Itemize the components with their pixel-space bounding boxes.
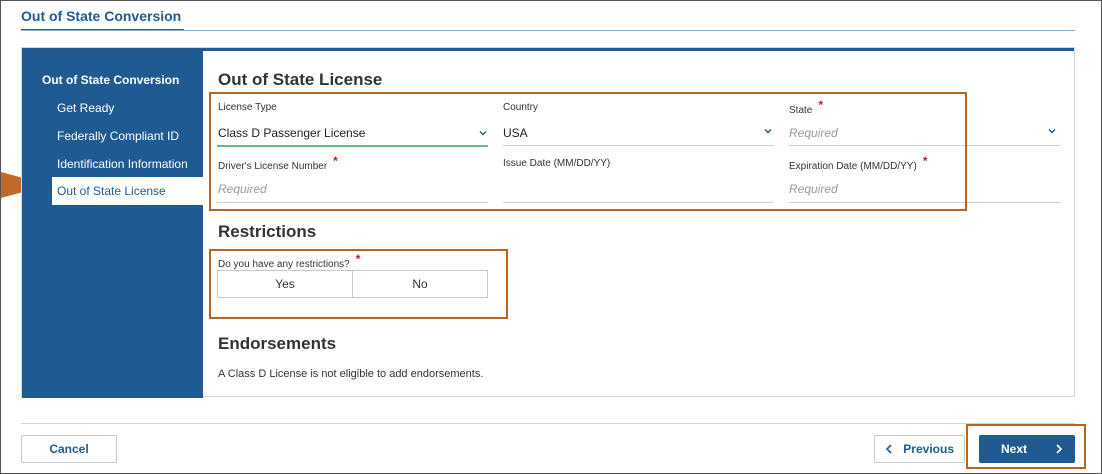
next-button[interactable]: Next — [979, 435, 1075, 463]
endorsements-section-title: Endorsements — [218, 334, 337, 353]
chevron-left-icon — [885, 444, 892, 454]
sidebar-item-get-ready[interactable]: Get Ready — [57, 101, 203, 115]
header-divider — [21, 30, 1075, 31]
chevron-down-icon[interactable] — [1047, 126, 1057, 136]
page-header: Out of State Conversion — [21, 8, 184, 31]
sidebar-item-federally-compliant-id[interactable]: Federally Compliant ID — [57, 129, 203, 143]
previous-button-label: Previous — [903, 442, 954, 456]
page-title: Out of State Conversion — [21, 8, 182, 24]
footer-divider — [21, 423, 1075, 424]
license-section-title: Out of State License — [218, 70, 383, 89]
previous-button[interactable]: Previous — [874, 435, 965, 463]
step-sidebar: Out of State Conversion Get Ready Federa… — [22, 48, 203, 398]
next-button-label: Next — [1001, 442, 1028, 456]
application-frame: Out of State Conversion Out of State Con… — [0, 0, 1102, 474]
restrictions-highlight — [209, 249, 508, 319]
endorsements-message: A Class D License is not eligible to add… — [218, 368, 484, 380]
license-fields-highlight — [209, 92, 967, 211]
sidebar-item-out-of-state-license[interactable]: Out of State License — [52, 177, 203, 205]
sidebar-heading[interactable]: Out of State Conversion — [42, 73, 179, 87]
sidebar-item-identification-information[interactable]: Identification Information — [57, 157, 203, 171]
restrictions-section-title: Restrictions — [218, 222, 317, 241]
cancel-button[interactable]: Cancel — [21, 435, 117, 463]
chevron-right-icon — [1056, 444, 1063, 454]
